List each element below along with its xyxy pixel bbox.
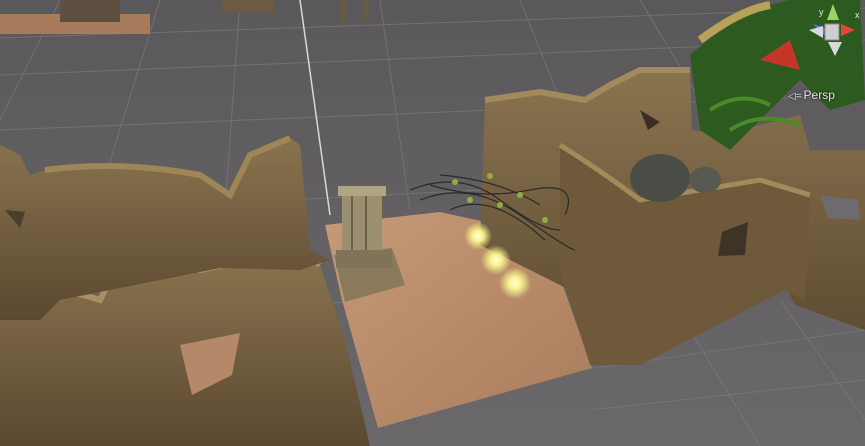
rock-1 [630, 154, 690, 202]
gizmo-neg-x [809, 26, 823, 38]
scene-render[interactable] [0, 0, 865, 446]
projection-label: Persp [803, 88, 835, 102]
distant-ruin-1 [60, 0, 120, 22]
gizmo-x-axis [841, 24, 855, 36]
distant-post-1 [340, 0, 347, 22]
light-orb-3 [499, 267, 531, 299]
projection-toggle[interactable]: ◁= Persp [788, 88, 835, 102]
distant-post-2 [362, 0, 369, 20]
orientation-gizmo[interactable]: y x [795, 0, 865, 75]
scene-viewport[interactable]: y x ◁= Persp [0, 0, 865, 446]
gizmo-x-label: x [855, 10, 860, 20]
rock-2 [689, 167, 721, 193]
perspective-icon: ◁= [788, 91, 802, 102]
distant-ruin-2 [222, 0, 274, 12]
gizmo-y-label: y [819, 7, 824, 17]
gizmo-y-axis [827, 4, 839, 20]
gizmo-center-cube [824, 23, 840, 41]
light-orb-1 [464, 222, 492, 250]
gizmo-neg-z [828, 42, 842, 56]
